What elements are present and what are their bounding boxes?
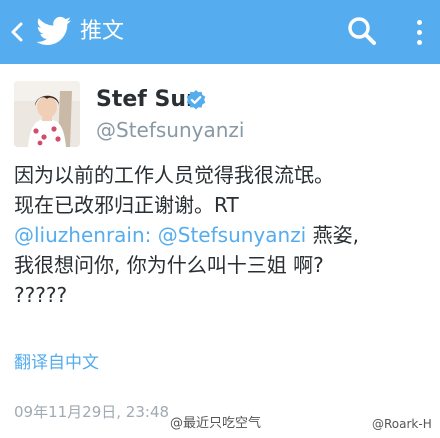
action-bar: 推文 bbox=[0, 0, 440, 64]
tweet-line: ????? bbox=[14, 283, 68, 307]
search-icon bbox=[348, 17, 376, 45]
twitter-bird-icon bbox=[36, 16, 71, 45]
chevron-left-icon bbox=[11, 22, 23, 42]
watermark-left: @最近只吃空气 bbox=[170, 416, 262, 431]
mention-link[interactable]: @Stefsunyanzi bbox=[158, 223, 306, 247]
tweet-text-span: 燕姿, bbox=[306, 223, 359, 247]
tweet-detail-screen: 推文 Stef Sun @Stefsunyanzi 因为以前的工作人员觉得我很流… bbox=[0, 0, 440, 438]
avatar[interactable] bbox=[14, 81, 80, 147]
tweet-line: 因为以前的工作人员觉得我很流氓。 bbox=[14, 163, 334, 187]
search-button[interactable] bbox=[340, 10, 384, 54]
screen-title: 推文 bbox=[80, 19, 125, 44]
back-button[interactable] bbox=[0, 0, 80, 64]
menu-dot bbox=[417, 40, 422, 45]
tweet-text: 因为以前的工作人员觉得我很流氓。 现在已改邪归正谢谢。RT @liuzhenra… bbox=[14, 160, 434, 310]
verified-badge-icon bbox=[186, 90, 206, 110]
tweet-line: 现在已改邪归正谢谢。RT bbox=[14, 193, 239, 217]
avatar-photo bbox=[14, 81, 80, 147]
menu-dot bbox=[417, 20, 422, 25]
overflow-menu-button[interactable] bbox=[402, 10, 436, 54]
tweet-line: @liuzhenrain: @Stefsunyanzi 燕姿, bbox=[14, 220, 434, 250]
author-handle[interactable]: @Stefsunyanzi bbox=[96, 117, 244, 143]
mention-link[interactable]: @liuzhenrain: bbox=[14, 223, 151, 247]
watermark-right: @Roark-H bbox=[372, 417, 432, 431]
tweet-timestamp: 09年11月29日, 23:48 bbox=[14, 403, 170, 421]
menu-dot bbox=[417, 30, 422, 35]
translate-link[interactable]: 翻译自中文 bbox=[14, 351, 99, 375]
tweet-line: 我很想问你, 你为什么叫十三姐 啊? bbox=[14, 253, 324, 277]
